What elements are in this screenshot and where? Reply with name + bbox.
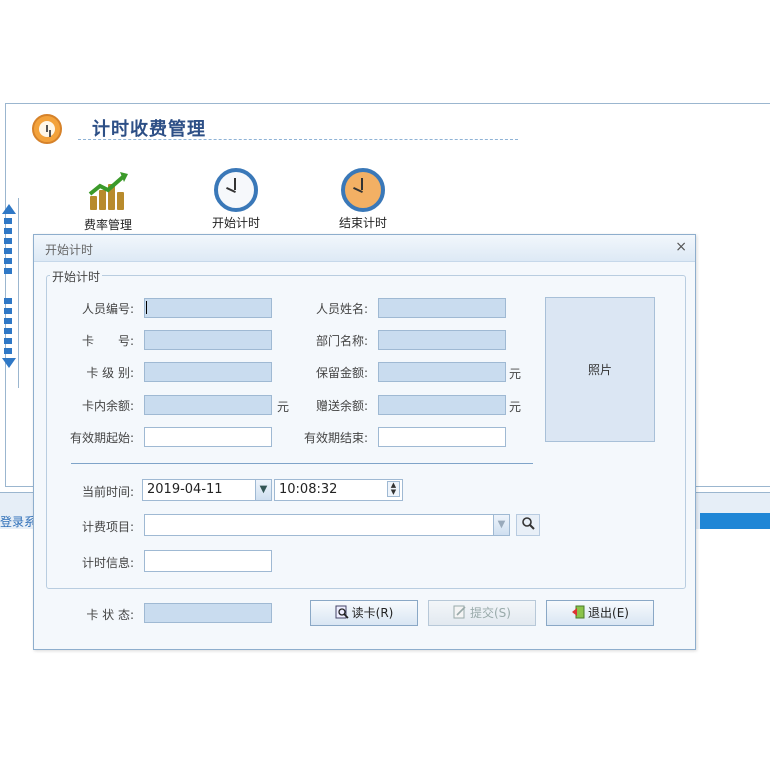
rate-chart-icon — [86, 170, 130, 214]
card-balance-unit: 元 — [277, 400, 290, 414]
card-no-input[interactable] — [144, 330, 272, 350]
dialog-title: 开始计时 — [45, 243, 94, 257]
end-timing-label: 结束计时 — [338, 216, 387, 230]
date-picker[interactable]: 2019-04-11 ▼ — [142, 479, 272, 501]
read-card-button[interactable]: 读卡(R) — [310, 600, 418, 626]
timing-info-input[interactable] — [144, 550, 272, 572]
reserved-amount-label: 保留金额: — [315, 366, 368, 380]
billing-item-select[interactable]: ▼ — [144, 514, 510, 536]
valid-end-input[interactable] — [378, 427, 506, 447]
card-status-input[interactable] — [144, 603, 272, 623]
form-separator — [71, 463, 533, 464]
dept-name-input[interactable] — [378, 330, 506, 350]
clock-end-icon — [341, 168, 385, 212]
search-icon[interactable] — [516, 514, 540, 536]
timing-info-label: 计时信息: — [81, 556, 134, 570]
exit-button[interactable]: 退出(E) — [546, 600, 654, 626]
current-time-label: 当前时间: — [81, 485, 134, 499]
status-text: 登录系 — [0, 515, 37, 529]
card-balance-label: 卡内余额: — [81, 399, 134, 413]
exit-door-icon — [572, 605, 585, 619]
billing-item-label: 计费项目: — [81, 520, 134, 534]
chevron-down-icon[interactable]: ▼ — [255, 480, 271, 500]
scroll-up-arrow-icon[interactable] — [2, 204, 16, 214]
dialog-titlebar[interactable]: 开始计时 × — [34, 235, 695, 262]
status-indicator — [700, 513, 770, 529]
gift-balance-input[interactable] — [378, 395, 506, 415]
card-level-label: 卡 级 别: — [86, 366, 134, 380]
person-no-label: 人员编号: — [81, 302, 134, 316]
card-balance-input[interactable] — [144, 395, 272, 415]
magnifier-card-icon — [335, 605, 349, 619]
valid-start-input[interactable] — [144, 427, 272, 447]
title-divider — [78, 139, 518, 140]
valid-start-label: 有效期起始: — [69, 431, 134, 445]
rate-management-tool[interactable]: 费率管理 — [68, 170, 148, 233]
clock-icon — [214, 168, 258, 212]
time-value: 10:08:32 — [279, 482, 338, 497]
dept-name-label: 部门名称: — [315, 334, 368, 348]
card-no-label: 卡 号: — [81, 334, 134, 348]
gift-balance-unit: 元 — [509, 400, 522, 414]
page-title: 计时收费管理 — [92, 119, 206, 140]
card-status-label: 卡 状 态: — [86, 608, 134, 622]
exit-label: 退出(E) — [588, 606, 629, 620]
chevron-down-icon[interactable]: ▼ — [493, 515, 509, 535]
close-icon[interactable]: × — [675, 239, 687, 255]
text-caret — [146, 301, 147, 314]
edit-document-icon — [453, 605, 466, 619]
side-scroll-strip[interactable] — [0, 198, 19, 388]
start-timing-dialog: 开始计时 × 开始计时 人员编号: 人员姓名: 卡 号: 部门名称: 卡 级 别… — [33, 234, 696, 650]
gift-balance-label: 赠送余额: — [315, 399, 368, 413]
photo-box: 照片 — [545, 297, 655, 442]
time-picker[interactable]: 10:08:32 ▲ ▼ — [274, 479, 403, 501]
date-value: 2019-04-11 — [147, 482, 223, 497]
group-label: 开始计时 — [50, 268, 103, 285]
start-timing-label: 开始计时 — [211, 216, 260, 230]
rate-management-label: 费率管理 — [83, 218, 132, 232]
person-no-input[interactable] — [144, 298, 272, 318]
submit-label: 提交(S) — [470, 606, 511, 620]
reserved-amount-input[interactable] — [378, 362, 506, 382]
start-timing-tool[interactable]: 开始计时 — [196, 168, 276, 231]
time-spinner-icon[interactable]: ▲ ▼ — [387, 481, 400, 497]
person-name-label: 人员姓名: — [315, 302, 368, 316]
reserved-amount-unit: 元 — [509, 367, 522, 381]
read-card-label: 读卡(R) — [351, 606, 394, 620]
clock-header-icon — [32, 114, 62, 144]
valid-end-label: 有效期结束: — [303, 431, 368, 445]
end-timing-tool[interactable]: 结束计时 — [323, 168, 403, 231]
card-level-input[interactable] — [144, 362, 272, 382]
person-name-input[interactable] — [378, 298, 506, 318]
submit-button[interactable]: 提交(S) — [428, 600, 536, 626]
scroll-down-arrow-icon[interactable] — [2, 358, 16, 368]
